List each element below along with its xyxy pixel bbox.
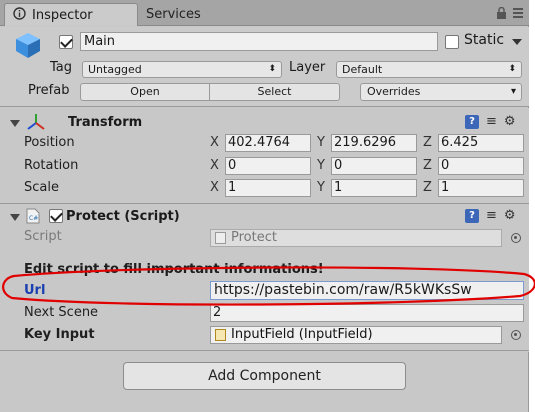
axis-y-label[interactable]: Y <box>317 158 325 173</box>
gameobject-cube-icon <box>14 31 40 58</box>
scale-y-field[interactable]: 1 <box>331 179 417 197</box>
key-input-label: Key Input <box>24 327 95 342</box>
gameobject-header: Main Static Tag Untagged ⬍ Layer Default… <box>0 27 529 107</box>
protect-header[interactable]: C# Protect (Script) ? ≡ ⚙ <box>0 207 529 229</box>
protect-script-component: C# Protect (Script) ? ≡ ⚙ Script Protect… <box>0 204 529 352</box>
tab-services-label: Services <box>146 7 201 22</box>
layer-value: Default <box>342 63 383 76</box>
gear-icon[interactable]: ⚙ <box>504 115 516 129</box>
gameobject-active-checkbox[interactable] <box>59 35 73 49</box>
foldout-arrow-icon[interactable] <box>10 214 20 221</box>
axis-y-label[interactable]: Y <box>317 180 325 195</box>
prefab-overrides-label: Overrides <box>367 85 421 98</box>
layer-label: Layer <box>289 60 326 75</box>
scale-z-field[interactable]: 1 <box>438 179 524 197</box>
tag-label: Tag <box>50 60 73 75</box>
transform-header[interactable]: Transform ? ≡ ⚙ <box>0 113 529 135</box>
component-tools: ? ≡ ⚙ <box>465 115 516 129</box>
preset-sliders-icon[interactable]: ≡ <box>486 209 497 223</box>
rotation-y-field[interactable]: 0 <box>331 157 417 175</box>
csharp-script-icon: C# <box>26 208 40 228</box>
preset-sliders-icon[interactable]: ≡ <box>486 115 497 129</box>
key-input-field[interactable]: InputField (InputField) <box>210 326 502 344</box>
layer-dropdown[interactable]: Default ⬍ <box>336 61 522 78</box>
static-checkbox[interactable] <box>445 35 459 49</box>
script-file-icon <box>215 232 226 244</box>
axis-z-label[interactable]: Z <box>423 135 432 150</box>
info-icon <box>13 6 26 24</box>
scale-x-field[interactable]: 1 <box>225 179 311 197</box>
rotation-x-field[interactable]: 0 <box>225 157 311 175</box>
position-x-field[interactable]: 402.4764 <box>225 134 311 152</box>
next-scene-field[interactable]: 2 <box>210 304 524 322</box>
gear-icon[interactable]: ⚙ <box>504 209 516 223</box>
transform-axes-icon <box>26 113 46 135</box>
gameobject-name-field[interactable]: Main <box>80 32 438 51</box>
tab-bar: Inspector Services <box>0 0 529 26</box>
position-y-field[interactable]: 219.6296 <box>331 134 417 152</box>
axis-z-label[interactable]: Z <box>423 180 432 195</box>
tab-tools <box>496 6 523 23</box>
lock-icon[interactable] <box>496 6 507 23</box>
dropdown-updown-icon: ⬍ <box>268 64 276 74</box>
axis-x-label[interactable]: X <box>210 135 219 150</box>
script-value: Protect <box>231 230 277 245</box>
tag-dropdown[interactable]: Untagged ⬍ <box>82 61 282 78</box>
menu-icon[interactable] <box>513 7 523 23</box>
tag-value: Untagged <box>88 63 142 76</box>
prefab-select-button[interactable]: Select <box>209 83 340 101</box>
axis-x-label[interactable]: X <box>210 180 219 195</box>
static-label: Static <box>464 32 505 48</box>
scale-label: Scale <box>24 180 59 195</box>
url-field[interactable]: https://pastebin.com/raw/R5kWKsSw <box>210 281 524 300</box>
rotation-z-field[interactable]: 0 <box>438 157 524 175</box>
axis-y-label[interactable]: Y <box>317 135 325 150</box>
notice-text: Edit script to fill important informatio… <box>24 262 324 277</box>
chevron-down-icon: ▾ <box>510 86 516 97</box>
position-label: Position <box>24 135 75 150</box>
script-field: Protect <box>210 229 502 247</box>
inputfield-component-icon <box>215 329 226 341</box>
add-component-button[interactable]: Add Component <box>123 362 406 390</box>
protect-enabled-checkbox[interactable] <box>49 209 63 223</box>
tab-services[interactable]: Services <box>146 3 201 26</box>
prefab-open-button[interactable]: Open <box>80 83 210 101</box>
script-label: Script <box>24 229 62 244</box>
tab-inspector[interactable]: Inspector <box>4 3 138 26</box>
object-picker-icon <box>511 233 521 243</box>
next-scene-label: Next Scene <box>24 305 99 320</box>
protect-title: Protect (Script) <box>66 209 180 224</box>
inspector-panel: Inspector Services Main Static Tag Untag… <box>0 0 529 412</box>
dropdown-updown-icon: ⬍ <box>508 64 516 74</box>
static-dropdown-arrow-icon[interactable] <box>512 39 522 45</box>
object-picker-icon[interactable] <box>511 330 521 340</box>
help-icon[interactable]: ? <box>465 115 479 129</box>
tab-inspector-label: Inspector <box>32 7 93 23</box>
svg-text:C#: C# <box>29 215 38 222</box>
url-label: Url <box>24 283 46 298</box>
key-input-value: InputField (InputField) <box>231 327 373 342</box>
component-divider <box>0 350 529 351</box>
help-icon[interactable]: ? <box>465 209 479 223</box>
transform-component: Transform ? ≡ ⚙ Position X 402.4764 Y 21… <box>0 108 529 204</box>
rotation-label: Rotation <box>24 158 79 173</box>
foldout-arrow-icon[interactable] <box>10 120 20 127</box>
position-z-field[interactable]: 6.425 <box>438 134 524 152</box>
component-tools: ? ≡ ⚙ <box>465 209 516 223</box>
axis-x-label[interactable]: X <box>210 158 219 173</box>
axis-z-label[interactable]: Z <box>423 158 432 173</box>
transform-title: Transform <box>68 115 143 130</box>
prefab-overrides-dropdown[interactable]: Overrides ▾ <box>360 83 522 101</box>
prefab-label: Prefab <box>28 83 70 98</box>
